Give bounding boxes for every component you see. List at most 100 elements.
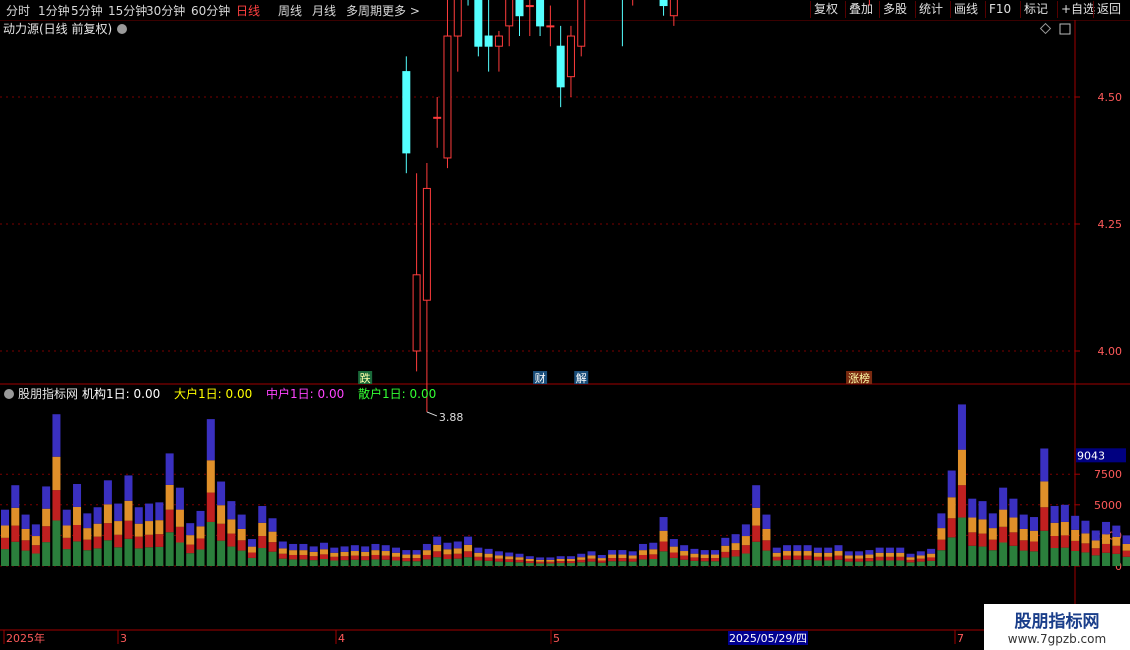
volume-bar-segment [186, 523, 195, 536]
volume-bar-segment [721, 557, 730, 566]
candle-body [453, 0, 462, 37]
volume-bar-segment [875, 552, 884, 557]
volume-bar-segment [556, 561, 565, 564]
volume-bar-segment [546, 559, 555, 562]
volume-bar-segment [783, 559, 792, 566]
volume-bar-segment [525, 563, 534, 566]
volume-bar-segment [42, 508, 51, 527]
volume-bar-segment [381, 551, 390, 556]
volume-bar-segment [31, 553, 40, 566]
volume-bar-segment [906, 553, 915, 558]
volume-bar-segment [11, 525, 20, 542]
volume-bar-segment [937, 528, 946, 540]
volume-bar-segment [546, 563, 555, 566]
candle-body [505, 0, 514, 27]
volume-bar-segment [505, 556, 514, 560]
event-marker-label: 跌 [360, 371, 371, 385]
volume-bar-segment [669, 557, 678, 566]
volume-bar-segment [525, 558, 534, 562]
volume-bar-segment [93, 507, 102, 524]
candle-body [556, 45, 565, 88]
volume-bar-segment [855, 561, 864, 566]
volume-bar-segment [649, 542, 658, 550]
volume-bar-segment [793, 559, 802, 566]
volume-bar-segment [865, 558, 874, 562]
volume-bar-segment [680, 551, 689, 556]
volume-bar-segment [577, 557, 586, 560]
volume-bar-segment [361, 551, 370, 557]
volume-bar-segment [1122, 556, 1130, 566]
volume-bar-segment [597, 562, 606, 566]
volume-bar-segment [556, 558, 565, 562]
volume-bar-segment [783, 551, 792, 556]
volume-bar-segment [433, 557, 442, 566]
volume-bar-segment [227, 501, 236, 520]
volume-bar-segment [597, 554, 606, 559]
volume-bar-segment [649, 549, 658, 555]
volume-bar-segment [175, 526, 184, 543]
volume-bar-segment [1081, 533, 1090, 544]
price-panel-title: 动力源(日线 前复权) [3, 21, 112, 36]
volume-bar-segment [957, 485, 966, 518]
volume-bar-segment [1122, 535, 1130, 544]
volume-bar-segment [1009, 517, 1018, 533]
volume-bar-segment [711, 558, 720, 562]
volume-bar-segment [340, 556, 349, 561]
volume-bar-segment [896, 547, 905, 553]
volume-bar-segment [638, 559, 647, 566]
volume-bar-segment [93, 548, 102, 566]
volume-bar-segment [731, 534, 740, 544]
panel-toggle-icon[interactable] [1059, 23, 1071, 35]
volume-bar-segment [134, 523, 143, 537]
volume-bar-segment [1091, 555, 1100, 566]
volume-bar-segment [175, 509, 184, 527]
volume-bar-segment [587, 561, 596, 566]
volume-bar-segment [556, 556, 565, 559]
volume-bar-segment [628, 558, 637, 562]
volume-bar-segment [1019, 540, 1028, 551]
volume-bar-segment [453, 553, 462, 559]
volume-bar-segment [947, 518, 956, 538]
volume-bar-segment [690, 548, 699, 554]
volume-bar-segment [1, 537, 9, 550]
indicator-dropdown-icon[interactable] [4, 389, 14, 399]
volume-bar-segment [278, 541, 287, 549]
volume-bar-segment [834, 555, 843, 560]
volume-bar-segment [721, 551, 730, 558]
volume-bar-segment [638, 554, 647, 560]
title-dropdown-icon[interactable] [117, 24, 127, 34]
volume-bar-segment [731, 556, 740, 566]
date-label-1: 3 [120, 632, 127, 645]
volume-bar-segment [145, 547, 154, 566]
volume-bar-segment [114, 521, 123, 535]
volume-bar-segment [515, 562, 524, 566]
volume-bar-segment [1091, 530, 1100, 541]
volume-bar-segment [124, 520, 133, 539]
volume-bar-segment [515, 557, 524, 560]
volume-bar-segment [546, 557, 555, 560]
volume-bar-segment [206, 460, 215, 493]
volume-bar-segment [1009, 532, 1018, 546]
volume-bar-segment [361, 546, 370, 552]
volume-bar-segment [978, 519, 987, 534]
volume-bar-segment [762, 540, 771, 551]
volume-bar-segment [813, 552, 822, 557]
volume-bar-segment [731, 543, 740, 551]
volume-bar-segment [1050, 522, 1059, 537]
candle-body [443, 35, 452, 159]
candle-body [525, 5, 534, 8]
volume-bar-segment [103, 523, 112, 541]
volume-bar-segment [422, 559, 431, 566]
volume-bar-segment [927, 557, 936, 561]
volume-bar-segment [268, 542, 277, 552]
volume-bar-segment [494, 551, 503, 556]
volume-bar-segment [988, 550, 997, 566]
volume-bar-segment [206, 521, 215, 566]
volume-bar-segment [536, 557, 545, 560]
volume-bar-segment [1091, 540, 1100, 549]
volume-bar-segment [299, 554, 308, 560]
volume-bar-segment [330, 552, 339, 557]
volume-bar-segment [31, 545, 40, 554]
diamond-icon[interactable] [1039, 22, 1052, 35]
event-marker-label: 财 [535, 371, 546, 385]
